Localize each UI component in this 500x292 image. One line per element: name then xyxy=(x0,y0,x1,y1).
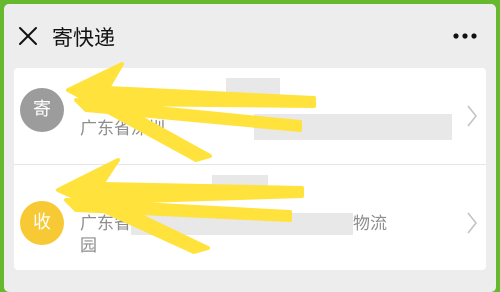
app-screen: 寄快递 寄 166 广东省深圳 收 广东省 物流 园 xyxy=(4,4,496,292)
page-title: 寄快递 xyxy=(52,26,115,50)
receiver-badge: 收 xyxy=(20,201,64,245)
redaction-block xyxy=(212,175,268,199)
chevron-right-icon xyxy=(467,105,478,127)
title-bar: 寄快递 xyxy=(4,4,496,64)
more-button[interactable] xyxy=(450,26,480,46)
address-card: 寄 166 广东省深圳 收 广东省 物流 园 xyxy=(14,68,486,270)
sender-name: 166 xyxy=(80,82,113,102)
receiver-address: 广东省 物流 园 xyxy=(80,213,430,257)
redaction-inline xyxy=(131,213,353,235)
close-button[interactable] xyxy=(18,26,38,46)
more-icon xyxy=(453,33,477,39)
close-icon xyxy=(19,27,37,45)
receiver-address-end: 物流 xyxy=(353,214,387,234)
sender-row[interactable]: 寄 166 广东省深圳 xyxy=(14,68,486,164)
sender-badge: 寄 xyxy=(20,88,64,132)
sender-address: 广东省深圳 xyxy=(80,119,165,139)
receiver-row[interactable]: 收 广东省 物流 园 xyxy=(14,164,486,261)
receiver-address-line2: 园 xyxy=(80,236,97,256)
redaction-block xyxy=(254,114,452,140)
chevron-right-icon xyxy=(467,212,478,234)
redaction-block xyxy=(226,78,280,102)
receiver-address-start: 广东省 xyxy=(80,214,131,234)
